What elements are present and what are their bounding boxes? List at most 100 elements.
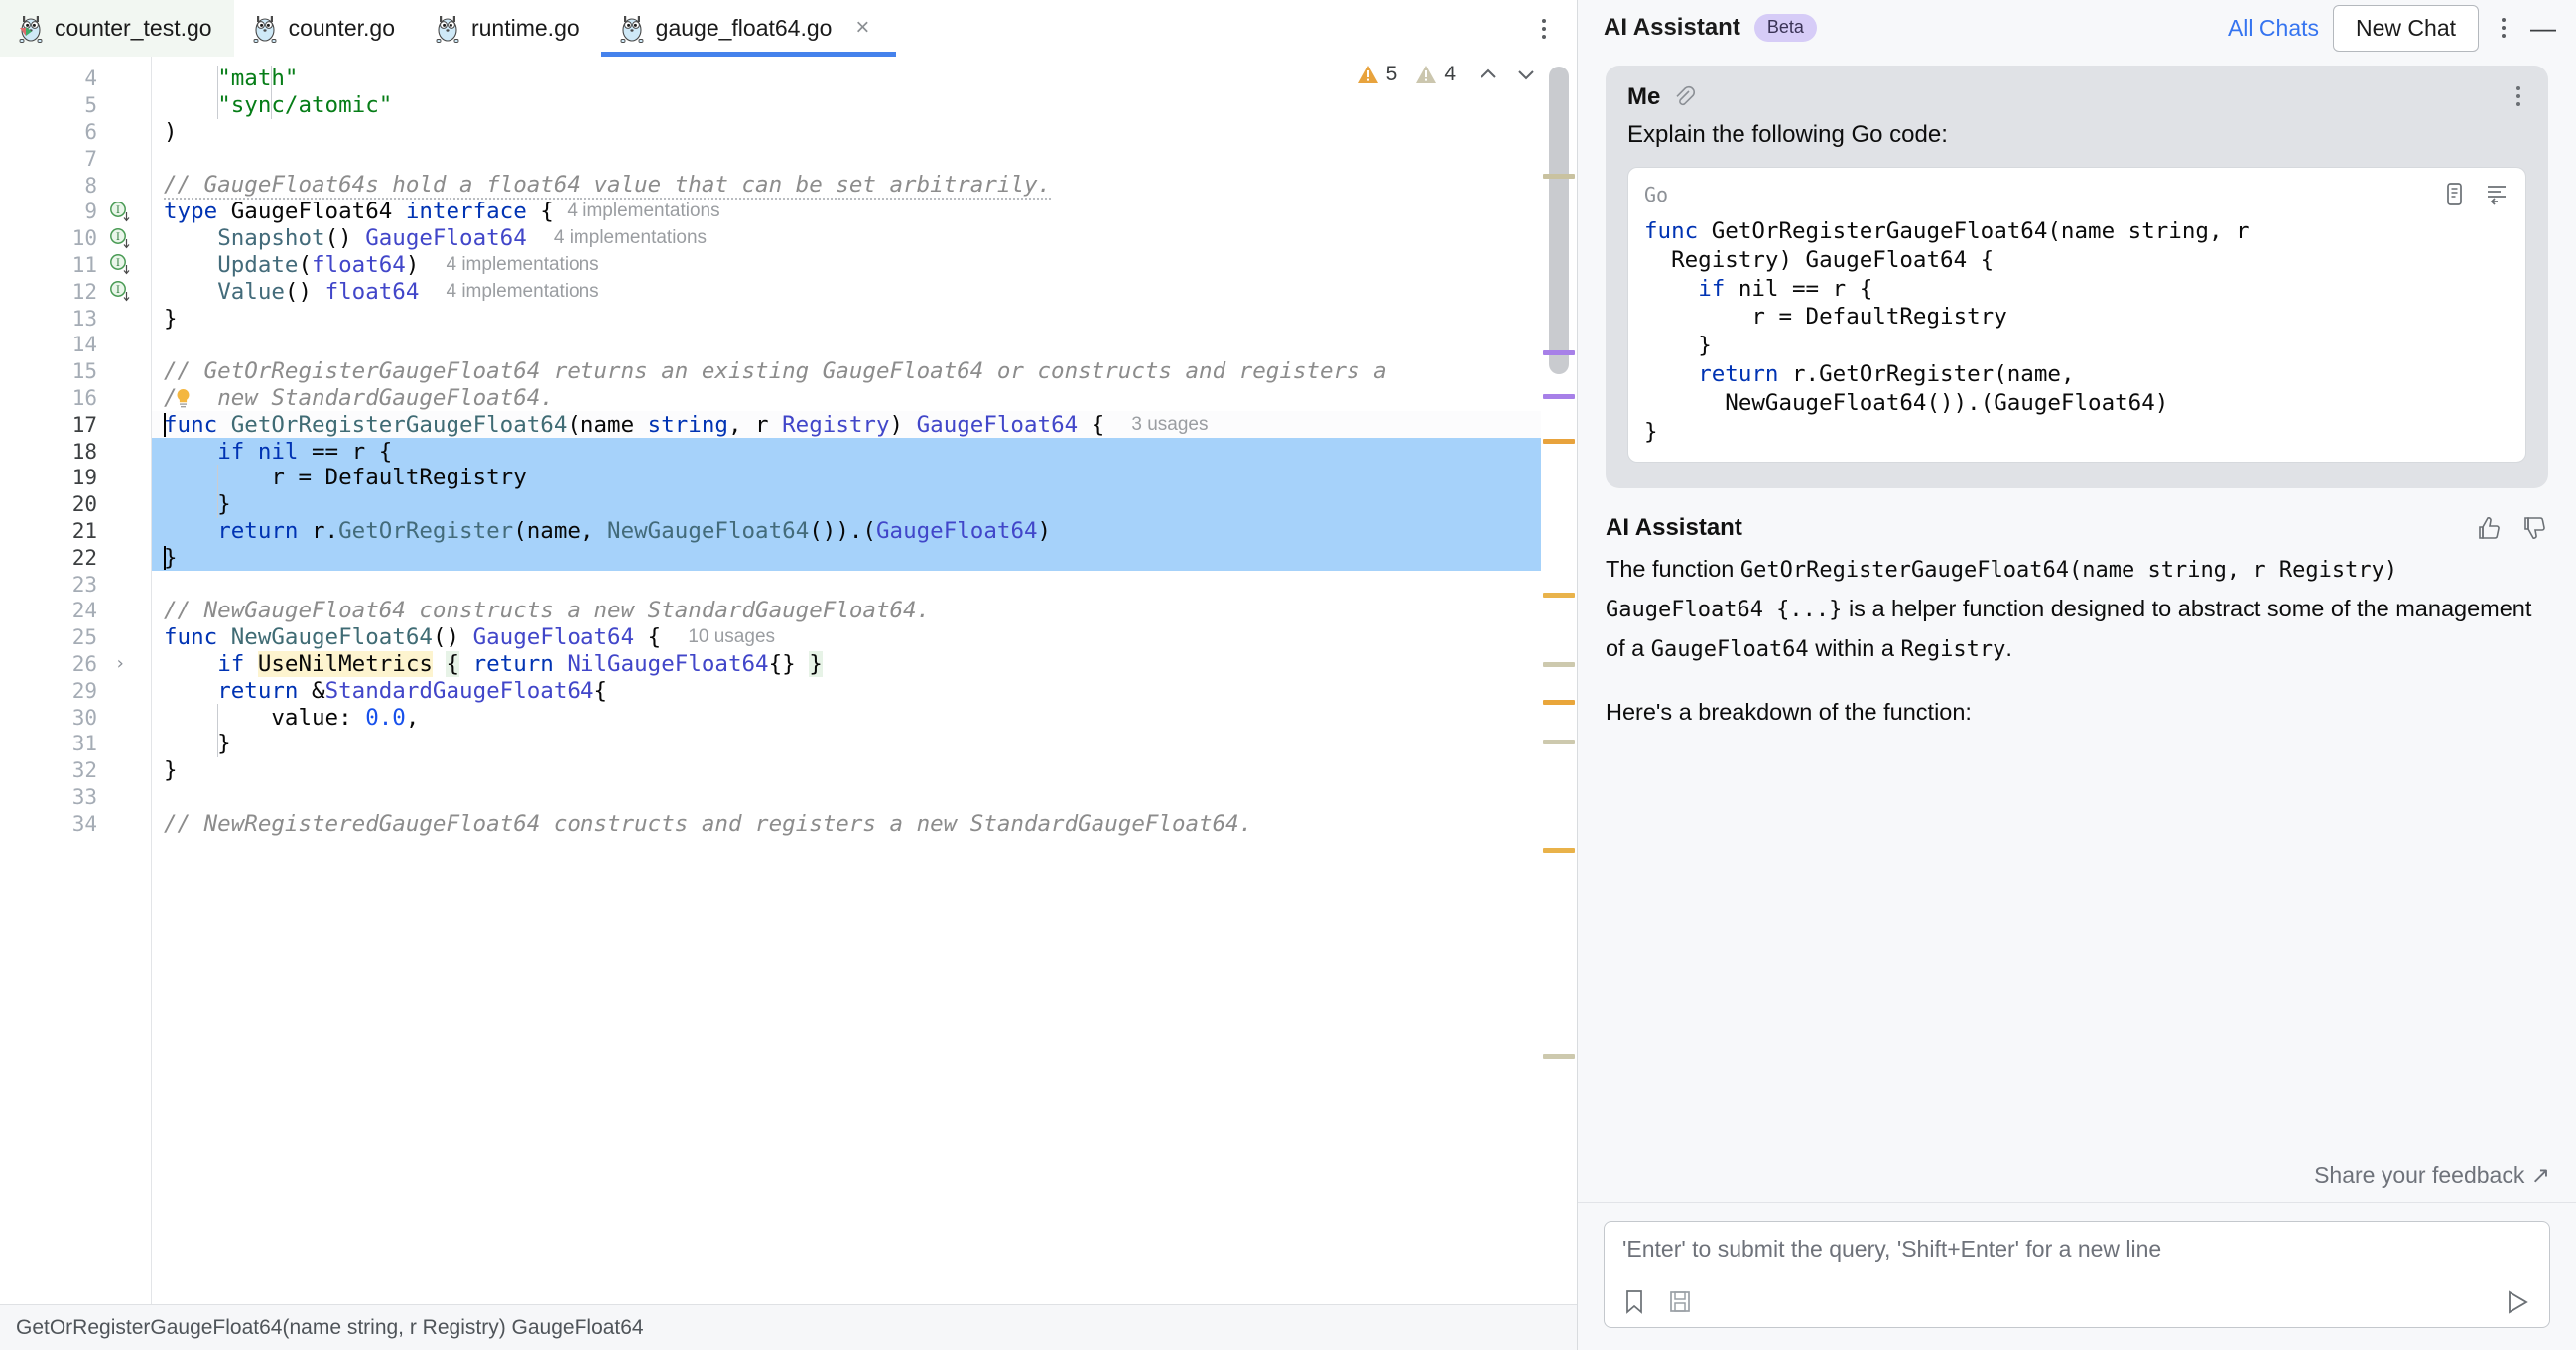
- code-line-8[interactable]: // GaugeFloat64s hold a float64 value th…: [152, 172, 1577, 200]
- send-icon[interactable]: [2502, 1287, 2533, 1317]
- editor-tab-runtime-go[interactable]: runtime.go: [417, 0, 601, 57]
- code-line-30[interactable]: value: 0.0,: [152, 704, 1577, 731]
- code-line-14[interactable]: [152, 332, 1577, 358]
- editor-gutter[interactable]: 4 5 6 7 8 9 I 10 I 11 I 12 I 13 14 15 16 17 18 19 20 21 22 23 24…: [0, 57, 151, 1304]
- code-line-25[interactable]: func NewGaugeFloat64() GaugeFloat64 { 10…: [152, 624, 1577, 651]
- code-line-20[interactable]: }: [152, 490, 1577, 518]
- error-stripe-marker[interactable]: [1543, 350, 1575, 355]
- code-line-7[interactable]: [152, 145, 1577, 172]
- code-line-9[interactable]: type GaugeFloat64 interface { 4 implemen…: [152, 199, 1577, 225]
- gutter-line-6[interactable]: 6: [0, 119, 151, 146]
- gutter-line-17[interactable]: 17: [0, 411, 151, 438]
- error-stripe-scrollbar[interactable]: [1541, 57, 1577, 1304]
- gutter-line-24[interactable]: 24: [0, 598, 151, 624]
- code-line-10[interactable]: Snapshot() GaugeFloat64 4 implementation…: [152, 225, 1577, 252]
- error-stripe-marker[interactable]: [1543, 848, 1575, 853]
- gutter-line-19[interactable]: 19: [0, 465, 151, 491]
- gutter-line-16[interactable]: 16: [0, 385, 151, 412]
- code-line-13[interactable]: }: [152, 305, 1577, 332]
- error-stripe-marker[interactable]: [1543, 593, 1575, 598]
- thumbs-up-icon[interactable]: [2457, 514, 2503, 542]
- chevron-up-icon[interactable]: [1474, 60, 1503, 89]
- weak-warning-group[interactable]: 4: [1415, 63, 1456, 86]
- implementation-marker-icon[interactable]: I: [97, 201, 143, 223]
- code-line-33[interactable]: [152, 784, 1577, 811]
- editor-tab-gauge_float64-go[interactable]: gauge_float64.go ×: [600, 0, 897, 57]
- error-stripe-marker[interactable]: [1543, 700, 1575, 705]
- error-stripe-marker[interactable]: [1543, 174, 1575, 179]
- gutter-line-32[interactable]: 32: [0, 757, 151, 784]
- gutter-line-8[interactable]: 8: [0, 172, 151, 199]
- code-line-17[interactable]: func GetOrRegisterGaugeFloat64 (name stri…: [152, 411, 1577, 439]
- paperclip-icon[interactable]: [1672, 84, 1696, 110]
- error-stripe-marker[interactable]: [1543, 439, 1575, 444]
- new-chat-button[interactable]: New Chat: [2333, 4, 2479, 52]
- all-chats-link[interactable]: All Chats: [2228, 15, 2319, 42]
- gutter-line-30[interactable]: 30: [0, 704, 151, 731]
- error-stripe-marker[interactable]: [1543, 662, 1575, 667]
- gutter-line-9[interactable]: 9I: [0, 199, 151, 225]
- gutter-line-26[interactable]: 26 ›: [0, 651, 151, 678]
- code-line-19[interactable]: r = DefaultRegistry: [152, 464, 1577, 491]
- chat-input-placeholder[interactable]: 'Enter' to submit the query, 'Shift+Ente…: [1622, 1236, 2531, 1263]
- minimize-icon[interactable]: —: [2528, 15, 2558, 41]
- code-line-15[interactable]: // GetOrRegisterGaugeFloat64 returns an …: [152, 358, 1577, 385]
- gutter-line-13[interactable]: 13: [0, 305, 151, 332]
- gutter-line-20[interactable]: 20: [0, 491, 151, 518]
- gutter-line-15[interactable]: 15: [0, 358, 151, 385]
- gutter-line-29[interactable]: 29: [0, 677, 151, 704]
- implementation-marker-icon[interactable]: I: [97, 227, 143, 250]
- code-line-31[interactable]: }: [152, 730, 1577, 757]
- code-line-16[interactable]: / new StandardGaugeFloat64.: [152, 385, 1577, 412]
- attach-context-icon[interactable]: [1620, 1287, 1666, 1317]
- code-line-29[interactable]: return & StandardGaugeFloat64{: [152, 677, 1577, 704]
- implementation-marker-icon[interactable]: I: [97, 280, 143, 303]
- chat-composer[interactable]: 'Enter' to submit the query, 'Shift+Ente…: [1604, 1221, 2550, 1328]
- gutter-line-34[interactable]: 34: [0, 810, 151, 837]
- gutter-line-25[interactable]: 25: [0, 624, 151, 651]
- intention-bulb-icon[interactable]: [172, 387, 194, 410]
- error-stripe-marker[interactable]: [1543, 1054, 1575, 1059]
- copy-icon[interactable]: [2426, 181, 2468, 208]
- editor-tabs-kebab-icon[interactable]: [1533, 15, 1555, 43]
- code-line-6[interactable]: ): [152, 119, 1577, 146]
- gutter-line-33[interactable]: 33: [0, 784, 151, 811]
- error-stripe-marker[interactable]: [1543, 740, 1575, 744]
- code-line-21[interactable]: return r. GetOrRegister (name, NewGaugeFlo…: [152, 517, 1577, 545]
- gutter-line-22[interactable]: 22: [0, 544, 151, 571]
- gutter-line-14[interactable]: 14: [0, 332, 151, 358]
- gutter-line-18[interactable]: 18: [0, 438, 151, 465]
- editor-tab-counter_test-go[interactable]: counter_test.go: [0, 0, 234, 57]
- chevron-down-icon[interactable]: [1511, 60, 1541, 89]
- message-options-kebab-icon[interactable]: [2509, 83, 2528, 109]
- code-line-22[interactable]: }: [152, 544, 1577, 572]
- warning-group[interactable]: 5: [1357, 63, 1397, 86]
- code-line-24[interactable]: // NewGaugeFloat64 constructs a new Stan…: [152, 598, 1577, 624]
- code-line-12[interactable]: Value() float64 4 implementations: [152, 278, 1577, 305]
- code-area[interactable]: "math" "sync/atomic") // GaugeFloat64s ho…: [151, 57, 1577, 1304]
- close-icon[interactable]: ×: [850, 15, 874, 41]
- scrollbar-thumb[interactable]: [1549, 67, 1569, 374]
- gutter-line-23[interactable]: 23: [0, 571, 151, 598]
- gutter-line-7[interactable]: 7: [0, 145, 151, 172]
- code-line-11[interactable]: Update(float64) 4 implementations: [152, 252, 1577, 279]
- gutter-line-10[interactable]: 10 I: [0, 225, 151, 252]
- gutter-line-11[interactable]: 11 I: [0, 252, 151, 279]
- implementation-marker-icon[interactable]: I: [97, 253, 143, 276]
- code-line-23[interactable]: [152, 571, 1577, 598]
- save-icon[interactable]: [1666, 1287, 1712, 1317]
- fold-chevron-icon[interactable]: ›: [97, 653, 143, 674]
- thumbs-down-icon[interactable]: [2503, 514, 2548, 542]
- gutter-line-31[interactable]: 31: [0, 731, 151, 757]
- gutter-line-21[interactable]: 21: [0, 518, 151, 545]
- error-stripe-marker[interactable]: [1543, 394, 1575, 399]
- ai-options-kebab-icon[interactable]: [2493, 14, 2514, 42]
- insert-into-editor-icon[interactable]: [2468, 181, 2510, 208]
- share-feedback-link[interactable]: Share your feedback ↗: [2314, 1162, 2550, 1189]
- code-line-18[interactable]: if nil == r {: [152, 438, 1577, 465]
- gutter-line-5[interactable]: 5: [0, 92, 151, 119]
- code-line-5[interactable]: "sync/atomic": [152, 91, 1577, 119]
- gutter-line-12[interactable]: 12 I: [0, 278, 151, 305]
- editor-tab-counter-go[interactable]: counter.go: [234, 0, 417, 57]
- code-line-34[interactable]: // NewRegisteredGaugeFloat64 constructs …: [152, 810, 1577, 837]
